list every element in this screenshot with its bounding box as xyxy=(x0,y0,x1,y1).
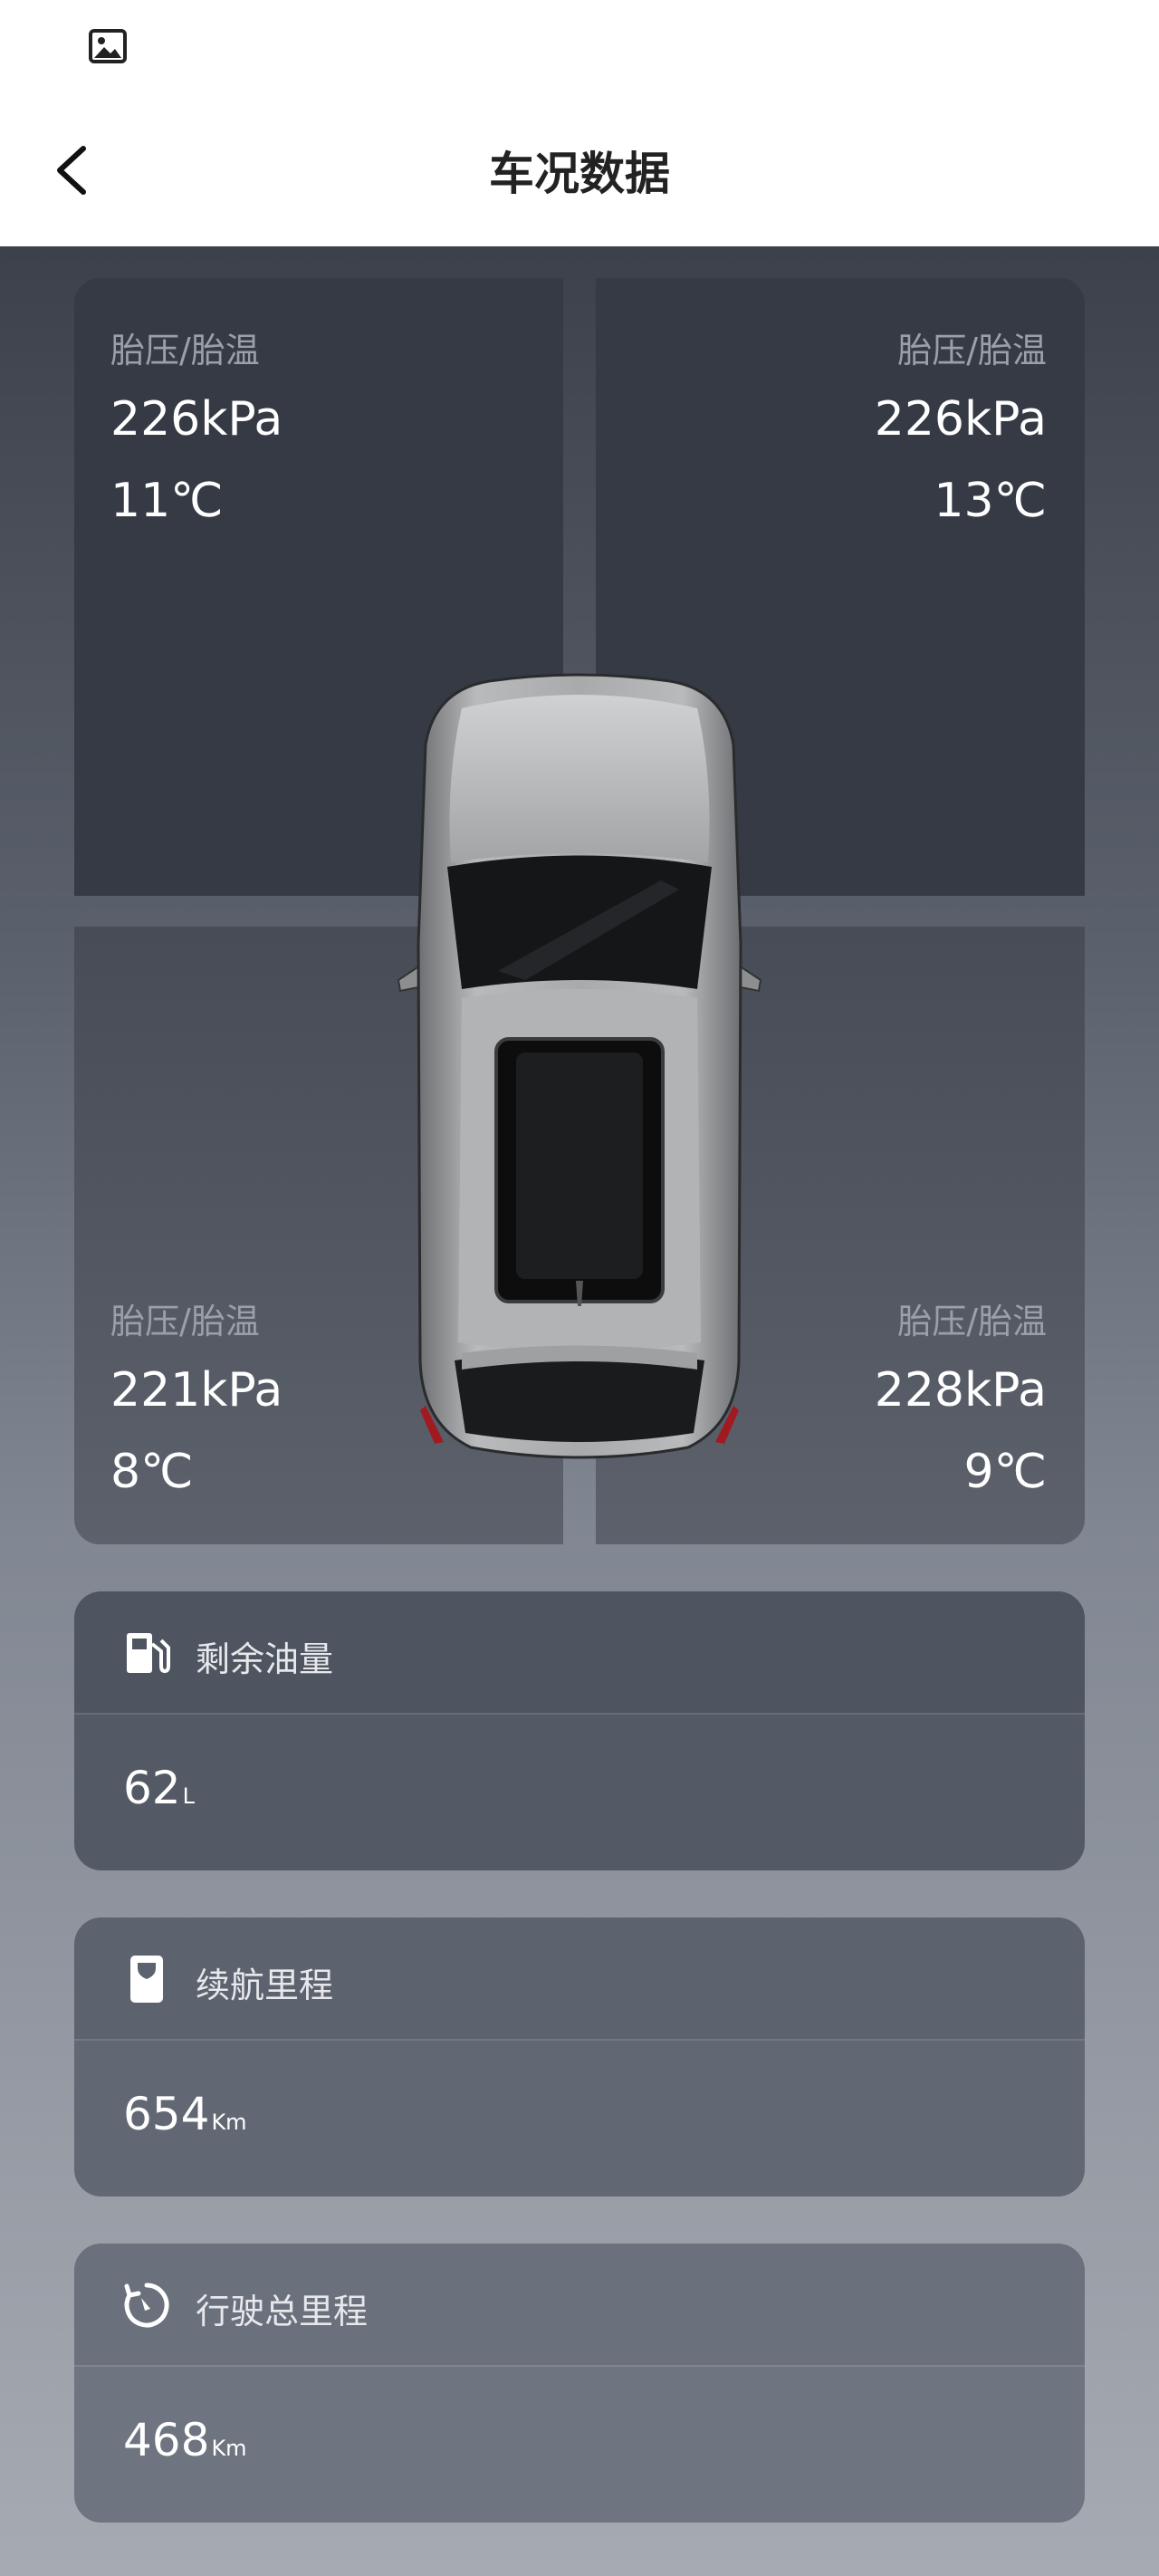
image-icon xyxy=(89,29,127,63)
car-top-view-image xyxy=(397,673,762,1459)
tire-front-right-info: 胎压/胎温 226kPa 13℃ xyxy=(630,323,1047,537)
tire-pressure: 226kPa xyxy=(110,392,283,447)
fuel-value: 62L xyxy=(123,1762,195,1814)
fuel-amount: 62 xyxy=(123,1762,181,1814)
tire-label: 胎压/胎温 xyxy=(897,331,1047,370)
card-title: 剩余油量 xyxy=(196,1639,334,1679)
fuel-pump-icon xyxy=(127,1633,170,1673)
odometer-amount: 468 xyxy=(123,2414,210,2466)
tire-front-left-info: 胎压/胎温 226kPa 11℃ xyxy=(110,323,527,537)
page-title: 车况数据 xyxy=(489,148,670,200)
range-amount: 654 xyxy=(123,2088,210,2140)
tire-label: 胎压/胎温 xyxy=(110,331,260,370)
fuel-unit: L xyxy=(182,1783,195,1809)
header: 车况数据 xyxy=(0,91,1159,246)
main-content: 胎压/胎温 226kPa 11℃ 胎压/胎温 226kPa 13℃ 胎压/胎温 … xyxy=(0,246,1159,2576)
card-title: 行驶总里程 xyxy=(196,2292,369,2331)
remaining-fuel-card: 剩余油量 62L xyxy=(74,1591,1085,1870)
tire-temperature: 13℃ xyxy=(934,474,1047,528)
hourglass-icon xyxy=(130,1956,163,2003)
driving-range-card: 续航里程 654Km xyxy=(74,1918,1085,2196)
odometer-icon xyxy=(124,2283,169,2328)
card-title: 续航里程 xyxy=(196,1966,334,2005)
card-header: 续航里程 xyxy=(74,1918,1085,2041)
tire-pressure: 226kPa xyxy=(874,392,1047,447)
status-bar xyxy=(0,0,1159,91)
odometer-value: 468Km xyxy=(123,2414,247,2466)
card-header: 剩余油量 xyxy=(74,1591,1085,1715)
range-value: 654Km xyxy=(123,2088,247,2140)
card-header: 行驶总里程 xyxy=(74,2244,1085,2367)
range-unit: Km xyxy=(211,2110,247,2135)
tire-temperature: 11℃ xyxy=(110,474,224,528)
odometer-unit: Km xyxy=(211,2436,247,2461)
total-mileage-card: 行驶总里程 468Km xyxy=(74,2244,1085,2523)
